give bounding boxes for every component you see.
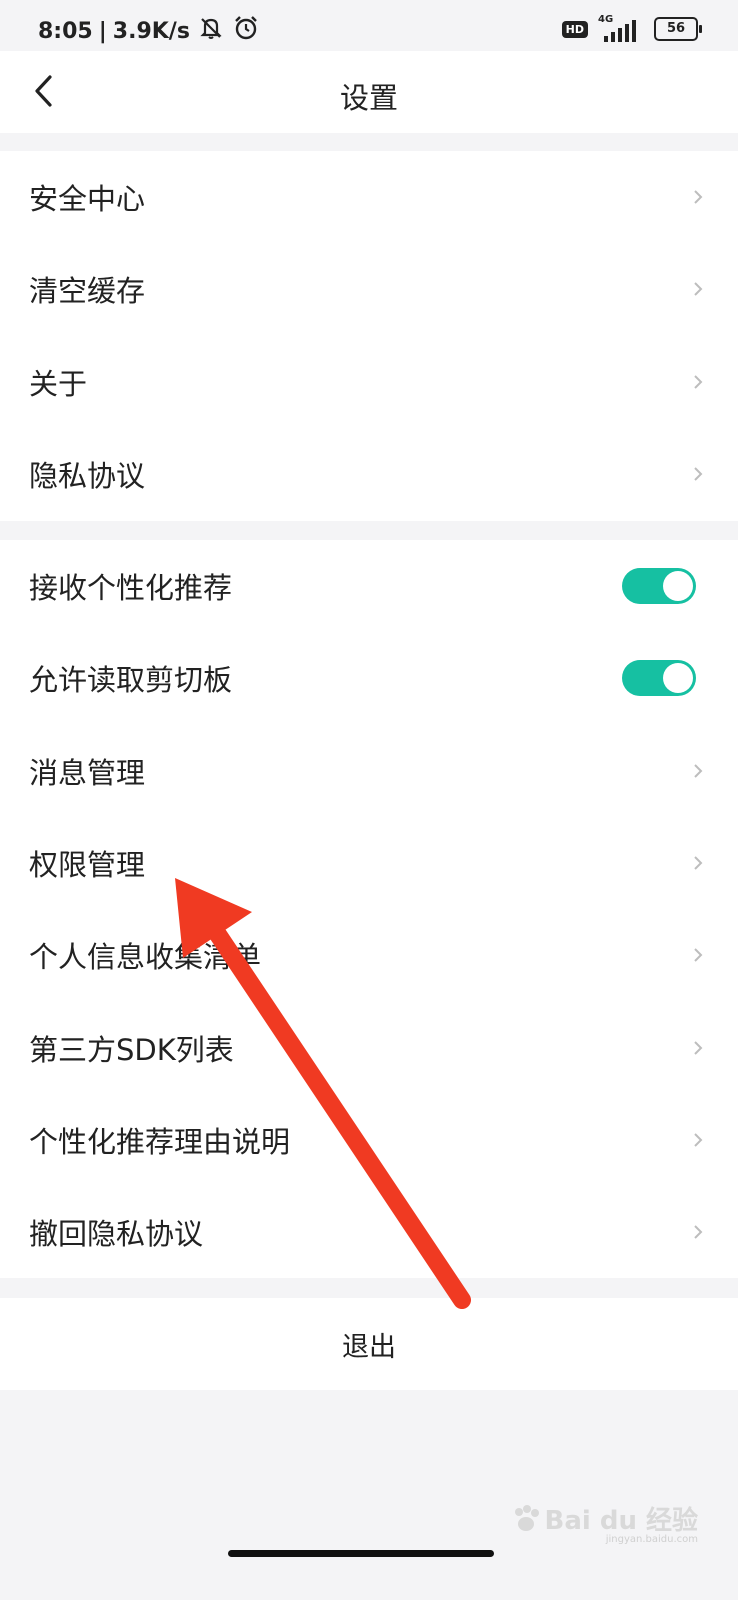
status-right: HD 4G 56: [561, 14, 702, 42]
settings-item-personalized-recommendation: 接收个性化推荐: [0, 540, 738, 632]
watermark-url: jingyan.baidu.com: [605, 1534, 698, 1545]
settings-item-label: 清空缓存: [29, 274, 146, 309]
chevron-right-icon: [694, 948, 703, 963]
app-header: 设置: [0, 51, 738, 133]
chevron-right-icon: [694, 1225, 703, 1239]
chevron-right-icon: [694, 764, 703, 778]
settings-item-revoke-privacy[interactable]: 撤回隐私协议: [0, 1186, 738, 1278]
settings-item-label: 权限管理: [29, 848, 146, 883]
mute-notification-icon: [198, 15, 224, 47]
settings-item-privacy-policy[interactable]: 隐私协议: [0, 428, 738, 520]
page-title: 设置: [339, 81, 398, 115]
settings-group-privacy: 接收个性化推荐 允许读取剪切板 消息管理 权限管理 个人信息收集清单 第三方SD…: [0, 540, 738, 1278]
signal-icon: 4G: [598, 14, 644, 42]
alarm-icon: [232, 14, 260, 48]
chevron-right-icon: [694, 856, 703, 870]
settings-item-label: 消息管理: [29, 755, 146, 790]
status-time: 8:05: [38, 18, 93, 44]
chevron-right-icon: [694, 282, 703, 297]
settings-item-clear-cache[interactable]: 清空缓存: [0, 243, 738, 335]
settings-item-permission-management[interactable]: 权限管理: [0, 817, 738, 909]
settings-item-message-management[interactable]: 消息管理: [0, 725, 738, 817]
settings-item-third-party-sdk[interactable]: 第三方SDK列表: [0, 1001, 738, 1093]
watermark-brand: Bai du 经验: [544, 1506, 699, 1536]
settings-item-label: 关于: [29, 366, 88, 401]
clipboard-access-toggle[interactable]: [622, 660, 696, 697]
hd-badge: HD: [561, 20, 588, 38]
settings-item-personal-info-list[interactable]: 个人信息收集清单: [0, 909, 738, 1001]
settings-item-label: 个性化推荐理由说明: [29, 1124, 291, 1159]
paw-icon: [514, 1504, 539, 1531]
settings-item-about[interactable]: 关于: [0, 336, 738, 428]
chevron-right-icon: [694, 375, 703, 389]
settings-item-label: 安全中心: [29, 182, 146, 217]
network-speed: 3.9K/s: [112, 18, 190, 44]
settings-item-label: 隐私协议: [29, 459, 146, 494]
status-left: 8:05 | 3.9K/s: [38, 14, 260, 48]
settings-item-label: 接收个性化推荐: [29, 571, 233, 606]
settings-item-recommendation-reason[interactable]: 个性化推荐理由说明: [0, 1094, 738, 1186]
settings-item-label: 允许读取剪切板: [29, 663, 233, 698]
settings-item-security-center[interactable]: 安全中心: [0, 151, 738, 243]
baidu-watermark: Bai du 经验 jingyan.baidu.com: [511, 1500, 699, 1545]
toggle-knob: [663, 663, 693, 694]
chevron-right-icon: [694, 467, 703, 481]
battery-icon: 56: [654, 17, 702, 41]
chevron-right-icon: [694, 190, 703, 204]
settings-group-general: 安全中心 清空缓存 关于 隐私协议: [0, 151, 738, 521]
settings-item-label: 个人信息收集清单: [29, 940, 262, 975]
settings-item-clipboard-access: 允许读取剪切板: [0, 632, 738, 724]
chevron-right-icon: [694, 1040, 703, 1055]
status-bar: 8:05 | 3.9K/s HD 4G 56: [0, 0, 738, 58]
personalized-recommendation-toggle[interactable]: [622, 568, 696, 605]
chevron-right-icon: [694, 1133, 703, 1147]
home-indicator: [228, 1550, 494, 1557]
status-separator: |: [98, 18, 107, 44]
settings-item-label: 第三方SDK列表: [29, 1032, 234, 1067]
settings-item-label: 撤回隐私协议: [29, 1217, 204, 1252]
toggle-knob: [663, 571, 693, 602]
logout-button[interactable]: 退出: [0, 1298, 738, 1390]
